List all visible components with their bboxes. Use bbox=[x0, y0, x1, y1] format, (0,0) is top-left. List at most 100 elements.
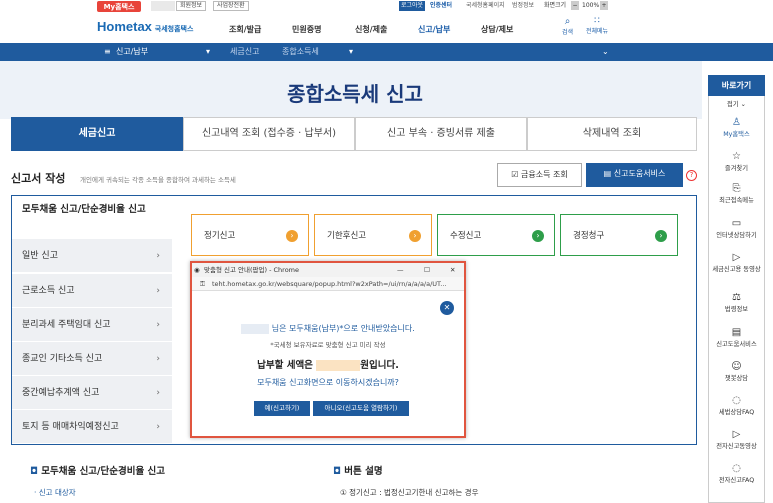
quick-my-hometax[interactable]: ♙ My홈택스 bbox=[708, 117, 765, 138]
quick-help-service[interactable]: ▤ 신고도움서비스 bbox=[708, 327, 765, 348]
left-menu-item[interactable]: 근로소득 신고 › bbox=[12, 274, 172, 308]
my-hometax-button[interactable]: My홈택스 bbox=[97, 1, 141, 12]
chevron-right-icon: › bbox=[156, 286, 160, 296]
user-info-label: 회원정보 bbox=[180, 2, 203, 9]
quick-menu-fold[interactable]: 접기 ⌄ bbox=[708, 99, 765, 108]
section-desc: 개인에게 귀속되는 각종 소득을 종합하여 과세하는 소득세 bbox=[80, 176, 236, 184]
section-title: 신고서 작성 bbox=[11, 172, 66, 185]
arrow-right-icon: › bbox=[286, 230, 298, 242]
regular-report-button[interactable]: 정기신고 › bbox=[191, 214, 309, 256]
popup-line3: 납부할 세액은 원입니다. bbox=[192, 357, 464, 371]
gnb-inquiry[interactable]: 조회/발급 bbox=[229, 24, 261, 35]
late-report-button[interactable]: 기한후신고 › bbox=[314, 214, 432, 256]
popup-window-title: 맞춤형 신고 안내(팝업) - Chrome bbox=[204, 266, 299, 274]
collapse-icon[interactable]: ⌄ bbox=[602, 43, 609, 61]
quick-e-report-faq[interactable]: ◌ 전자신고FAQ bbox=[708, 463, 765, 484]
left-menu-active[interactable]: 모두채움 신고/단순경비율 신고 bbox=[12, 196, 172, 238]
popup-url: teht.hometax.go.kr/websquare/popup.html?… bbox=[212, 280, 447, 288]
chevron-down-icon: ⌄ bbox=[740, 101, 746, 108]
tab-deleted[interactable]: 삭제내역 조회 bbox=[527, 117, 697, 151]
popup-yes-button[interactable]: 예(신고하기) bbox=[254, 401, 310, 416]
quick-faq[interactable]: ◌ 세법상담FAQ bbox=[708, 395, 765, 416]
help-icon[interactable]: ? bbox=[686, 170, 697, 181]
popup-line4: 모두채움 신고화면으로 이동하시겠습니까? bbox=[257, 378, 399, 387]
popup-line3-a: 납부할 세액은 bbox=[257, 360, 313, 371]
search-button[interactable]: ⌕ 검색 bbox=[562, 16, 573, 36]
location-menu[interactable]: 신고/납부 bbox=[116, 43, 148, 61]
breadcrumb-income[interactable]: 종합소득세 bbox=[282, 43, 319, 61]
breadcrumb-tax[interactable]: 세금신고 bbox=[230, 43, 259, 61]
popup-no-button[interactable]: 아니오(신고도움 열람하기) bbox=[313, 401, 409, 416]
user-name-masked bbox=[151, 1, 175, 11]
biz-switch-label: 사업장전환 bbox=[217, 2, 245, 9]
menu-icon: ≡ bbox=[104, 47, 111, 56]
gnb-report-pay[interactable]: 신고/납부 bbox=[418, 24, 451, 45]
chat-icon: ◌ bbox=[732, 463, 741, 474]
search-label: 검색 bbox=[562, 29, 574, 36]
popup-close-icon[interactable]: ✕ bbox=[440, 301, 454, 315]
nts-site-link[interactable]: 국세청홈페이지 bbox=[466, 0, 505, 12]
law-site-link[interactable]: 범정정보 bbox=[512, 0, 534, 12]
fold-label: 접기 bbox=[727, 101, 739, 108]
report-help-label: 신고도움서비스 bbox=[613, 169, 666, 178]
quick-e-report-video[interactable]: ▷ 전자신고동영상 bbox=[708, 429, 765, 450]
cert-center-link[interactable]: 인증센터 bbox=[430, 0, 452, 12]
popup-line3-b: 원입니다. bbox=[360, 360, 399, 371]
tab-attachments[interactable]: 신고 부속 · 증빙서류 제출 bbox=[355, 117, 527, 151]
chevron-right-icon: › bbox=[156, 354, 160, 364]
maximize-icon[interactable]: ☐ bbox=[424, 263, 430, 277]
biz-switch-button[interactable]: 사업장전환 bbox=[213, 1, 249, 11]
quick-video[interactable]: ▷ 세금신고용 동영상 bbox=[708, 252, 765, 273]
tab-history[interactable]: 신고내역 조회 (접수증 · 납부서) bbox=[183, 117, 355, 151]
popup-url-bar: ⚿ teht.hometax.go.kr/websquare/popup.htm… bbox=[192, 277, 464, 291]
bottom-left-sub: · 신고 대상자 bbox=[34, 488, 76, 497]
zoom-level: 100% bbox=[582, 2, 600, 9]
chevron-right-icon: › bbox=[156, 422, 160, 432]
chevron-down-icon[interactable]: ▾ bbox=[349, 43, 353, 61]
close-icon[interactable]: ✕ bbox=[450, 263, 455, 277]
left-menu-item[interactable]: 토지 등 매매차익예정신고 › bbox=[12, 410, 172, 444]
popup-line1: 님은 모두채움(납부)*으로 안내받았습니다. bbox=[192, 323, 464, 334]
financial-income-button[interactable]: ☑ 금융소득 조회 bbox=[497, 163, 582, 187]
star-icon: ☆ bbox=[732, 151, 741, 162]
zoom-out-button[interactable]: − bbox=[571, 1, 579, 10]
popup-window: ◉ 맞춤형 신고 안내(팝업) - Chrome — ☐ ✕ ⚿ teht.ho… bbox=[190, 261, 466, 438]
logout-button[interactable]: 로그아웃 bbox=[399, 1, 426, 11]
quick-online-consult[interactable]: ▭ 인터넷상담하기 bbox=[708, 218, 765, 239]
quick-label: 법령정보 bbox=[724, 306, 749, 313]
quick-recent[interactable]: ⎘ 최근접속메뉴 bbox=[708, 183, 765, 204]
arrow-right-icon: › bbox=[655, 230, 667, 242]
gnb-apply[interactable]: 신청/제출 bbox=[355, 24, 387, 35]
quick-label: 세법상담FAQ bbox=[718, 409, 755, 416]
gavel-icon: ⚖ bbox=[732, 292, 741, 303]
search-icon: ⌕ bbox=[564, 16, 571, 27]
amend-report-button[interactable]: 수정신고 › bbox=[437, 214, 555, 256]
arrow-right-icon: › bbox=[409, 230, 421, 242]
tab-tax-report[interactable]: 세금신고 bbox=[11, 117, 183, 151]
quick-chatbot[interactable]: ☺ 챗봇상담 bbox=[708, 361, 765, 382]
left-menu-item[interactable]: 분리과세 주택임대 신고 › bbox=[12, 308, 172, 342]
bottom-left-sub-text: 신고 대상자 bbox=[38, 488, 76, 497]
minimize-icon[interactable]: — bbox=[397, 263, 404, 277]
gnb-consult[interactable]: 상담/제보 bbox=[481, 24, 513, 35]
book-icon: ▤ bbox=[731, 327, 742, 338]
user-info-button[interactable]: 회원정보 bbox=[176, 1, 207, 11]
gnb-certificates[interactable]: 민원증명 bbox=[292, 24, 321, 35]
play-icon: ▷ bbox=[732, 429, 741, 440]
quick-menu-title: 바로가기 bbox=[708, 75, 765, 96]
quick-favorites[interactable]: ☆ 즐겨찾기 bbox=[708, 151, 765, 172]
all-menu-button[interactable]: ∷ 전체메뉴 bbox=[586, 16, 608, 35]
quick-label: 전자신고FAQ bbox=[718, 477, 755, 484]
correction-claim-button[interactable]: 경정청구 › bbox=[560, 214, 678, 256]
logo-sub: 국세청홈택스 bbox=[154, 25, 194, 33]
quick-law[interactable]: ⚖ 법령정보 bbox=[708, 292, 765, 313]
zoom-in-button[interactable]: + bbox=[600, 1, 608, 10]
quick-label: 인터넷상담하기 bbox=[716, 232, 757, 239]
left-menu-item[interactable]: 중간예납추계액 신고 › bbox=[12, 376, 172, 410]
dropdown-icon[interactable]: ▾ bbox=[206, 43, 210, 61]
report-help-button[interactable]: ▤ 신고도움서비스 bbox=[586, 163, 683, 187]
left-menu-item[interactable]: 종교인 기타소득 신고 › bbox=[12, 342, 172, 376]
hometax-logo[interactable]: Hometax 국세청홈택스 bbox=[97, 19, 197, 39]
play-icon: ▷ bbox=[732, 252, 741, 263]
left-menu-item[interactable]: 일반 신고 › bbox=[12, 239, 172, 273]
